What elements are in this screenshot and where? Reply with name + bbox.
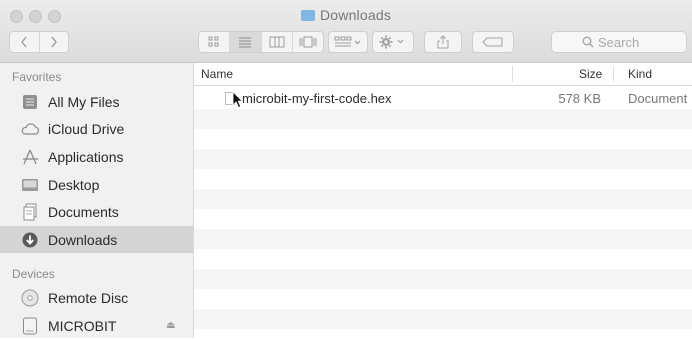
- sidebar-item-label: Desktop: [48, 176, 100, 193]
- eject-icon[interactable]: ⏏: [166, 320, 175, 331]
- column-header-name[interactable]: Name: [201, 67, 233, 81]
- file-name: microbit-my-first-code.hex: [242, 91, 392, 106]
- sidebar-item-remote-disc[interactable]: Remote Disc: [0, 284, 193, 311]
- column-header-kind[interactable]: Kind: [628, 67, 652, 81]
- empty-row: [194, 289, 692, 309]
- share-icon: [437, 35, 449, 49]
- sidebar-item-all-my-files[interactable]: All My Files: [0, 88, 193, 115]
- arrange-button[interactable]: [328, 31, 368, 53]
- forward-button[interactable]: [40, 32, 69, 52]
- back-button[interactable]: [10, 32, 40, 52]
- sidebar-item-documents[interactable]: Documents: [0, 198, 193, 225]
- tag-icon: [482, 37, 503, 47]
- share-button[interactable]: [424, 31, 462, 53]
- file-size: 578 KB: [558, 91, 601, 106]
- empty-row: [194, 309, 692, 329]
- tags-button[interactable]: [472, 31, 514, 53]
- gear-icon: [379, 35, 404, 49]
- window-title: Downloads: [0, 7, 692, 23]
- disc-icon: [20, 288, 40, 308]
- empty-row: [194, 269, 692, 289]
- view-mode-control: [198, 31, 324, 53]
- empty-row: [194, 149, 692, 169]
- search-input[interactable]: [598, 34, 656, 50]
- document-icon: [225, 92, 235, 105]
- chevron-right-icon: [51, 36, 57, 48]
- list-icon: [239, 37, 252, 48]
- search-field[interactable]: [551, 31, 687, 53]
- empty-row: [194, 229, 692, 249]
- file-list: Name Size Kind microbit-my-first-code.he…: [194, 63, 692, 338]
- sidebar-item-icloud-drive[interactable]: iCloud Drive: [0, 115, 193, 142]
- list-view-button[interactable]: [230, 32, 262, 52]
- sidebar-item-label: Applications: [48, 148, 124, 165]
- cloud-icon: [20, 119, 40, 139]
- empty-row: [194, 169, 692, 189]
- arrange-icon: [334, 36, 361, 47]
- column-divider[interactable]: [613, 66, 614, 82]
- sidebar-item-microbit[interactable]: MICROBIT ⏏: [0, 312, 193, 339]
- sidebar-item-downloads[interactable]: Downloads: [0, 226, 193, 253]
- sidebar-item-label: Downloads: [48, 231, 118, 248]
- chevron-left-icon: [21, 36, 27, 48]
- empty-row: [194, 129, 692, 149]
- search-icon: [582, 36, 594, 48]
- sidebar-item-label: Remote Disc: [48, 289, 129, 306]
- empty-row: [194, 109, 692, 129]
- columns-icon: [269, 36, 285, 48]
- desktop-icon: [20, 175, 40, 195]
- sidebar-item-applications[interactable]: Applications: [0, 143, 193, 170]
- applications-icon: [20, 147, 40, 167]
- action-button[interactable]: [372, 31, 414, 53]
- column-view-button[interactable]: [262, 32, 293, 52]
- grid-icon: [208, 36, 219, 47]
- window-toolbar: Downloads: [0, 0, 692, 63]
- empty-row: [194, 209, 692, 229]
- sidebar-item-label: Documents: [48, 203, 119, 220]
- sidebar-section-favorites: Favorites: [12, 70, 62, 84]
- all-files-icon: [20, 92, 40, 112]
- file-kind: Document: [628, 91, 688, 106]
- sidebar: Favorites All My Files iCloud Drive Appl…: [0, 63, 194, 338]
- sidebar-item-label: All My Files: [48, 93, 120, 110]
- cover-flow-button[interactable]: [293, 32, 323, 52]
- icon-view-button[interactable]: [199, 32, 231, 52]
- column-header-size[interactable]: Size: [579, 67, 602, 81]
- downloads-icon: [20, 230, 40, 250]
- window-title-text: Downloads: [319, 7, 392, 23]
- file-row[interactable]: microbit-my-first-code.hex 578 KB Docume…: [194, 89, 692, 109]
- column-header-row: Name Size Kind: [194, 63, 692, 86]
- sidebar-section-devices: Devices: [12, 267, 55, 281]
- documents-icon: [20, 202, 40, 222]
- cover-flow-icon: [299, 36, 317, 48]
- sidebar-item-label: iCloud Drive: [48, 120, 125, 137]
- empty-row: [194, 189, 692, 209]
- folder-icon: [300, 10, 315, 21]
- drive-icon: [20, 316, 40, 336]
- empty-row: [194, 249, 692, 269]
- column-divider[interactable]: [512, 66, 513, 82]
- navigation-buttons: [9, 31, 69, 53]
- sidebar-item-label: MICROBIT: [48, 317, 117, 334]
- sidebar-item-desktop[interactable]: Desktop: [0, 171, 193, 198]
